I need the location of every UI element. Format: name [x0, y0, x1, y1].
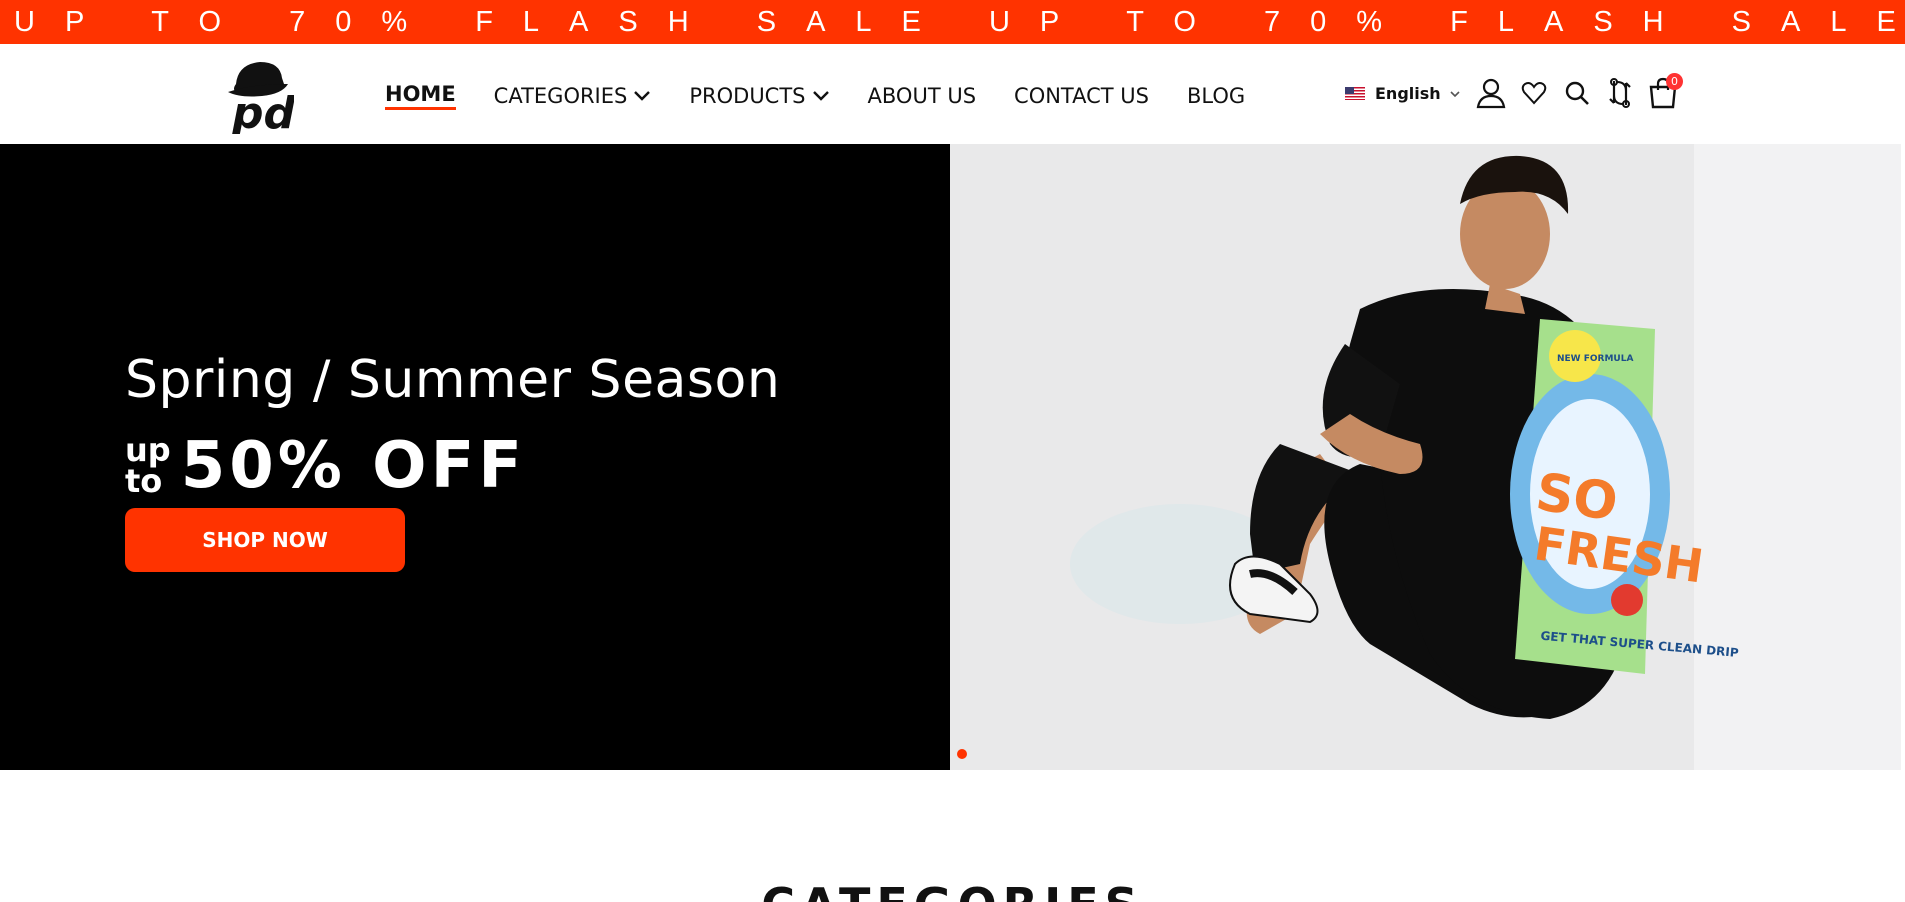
nav-products-label: PRODUCTS	[689, 84, 806, 108]
nav-products[interactable]: PRODUCTS	[689, 84, 829, 108]
categories-section-title: CATEGORIES	[0, 878, 1905, 902]
cart-count-badge: 0	[1666, 73, 1683, 90]
account-button[interactable]	[1474, 76, 1508, 110]
cart-button[interactable]: 0	[1646, 73, 1683, 110]
offer-percentage: 50% OFF	[180, 429, 526, 503]
chevron-down-icon	[812, 91, 829, 101]
site-header: pd HOME CATEGORIES PRODUCTS ABOUT US CON…	[0, 44, 1905, 144]
nav-categories-label: CATEGORIES	[493, 84, 628, 108]
language-selector[interactable]: English	[1345, 84, 1460, 103]
search-button[interactable]	[1560, 76, 1594, 110]
nav-blog[interactable]: BLOG	[1187, 84, 1245, 108]
hero-offer: up to 50% OFF	[125, 429, 526, 503]
hero-slider: Spring / Summer Season up to 50% OFF SHO…	[0, 144, 1905, 770]
model-tshirt-image: SO FRESH GET THAT SUPER CLEAN DRIP NEW F…	[950, 144, 1901, 770]
logo-hat-icon: pd	[228, 62, 295, 139]
nav-about-us[interactable]: ABOUT US	[868, 84, 977, 108]
flash-sale-marquee: UP TO 70% FLASH SALE UP TO 70% FLASH SAL…	[0, 0, 1905, 44]
language-label: English	[1375, 84, 1441, 103]
shop-now-button[interactable]: SHOP NOW	[125, 508, 405, 572]
site-logo[interactable]: pd	[222, 54, 295, 139]
heart-icon	[1521, 82, 1547, 105]
slider-dot-active[interactable]	[957, 749, 967, 759]
header-icons: 0	[1474, 73, 1689, 110]
wishlist-button[interactable]	[1517, 76, 1551, 110]
main-nav: HOME CATEGORIES PRODUCTS ABOUT US CONTAC…	[385, 82, 1283, 110]
hero-title: Spring / Summer Season	[125, 350, 781, 410]
chevron-down-icon	[1450, 90, 1460, 97]
hero-text-panel: Spring / Summer Season up to 50% OFF SHO…	[0, 144, 950, 770]
us-flag-icon	[1345, 87, 1365, 100]
nav-contact-us-label: CONTACT US	[1014, 84, 1149, 108]
offer-upto: up to	[125, 434, 171, 500]
compare-button[interactable]	[1603, 76, 1637, 110]
svg-text:NEW FORMULA: NEW FORMULA	[1557, 354, 1633, 364]
marquee-text: UP TO 70% FLASH SALE UP TO 70% FLASH SAL…	[14, 6, 1905, 38]
nav-about-us-label: ABOUT US	[867, 84, 977, 108]
svg-text:pd: pd	[231, 88, 294, 134]
hero-image: SO FRESH GET THAT SUPER CLEAN DRIP NEW F…	[950, 144, 1901, 770]
nav-home[interactable]: HOME	[385, 82, 456, 110]
nav-categories[interactable]: CATEGORIES	[494, 84, 652, 108]
offer-upto-bottom: to	[125, 462, 163, 500]
chevron-down-icon	[634, 91, 651, 101]
nav-contact-us[interactable]: CONTACT US	[1014, 84, 1149, 108]
nav-blog-label: BLOG	[1187, 84, 1246, 108]
compare-icon	[1609, 78, 1631, 108]
search-icon	[1565, 81, 1589, 105]
nav-home-label: HOME	[385, 82, 456, 106]
user-icon	[1476, 78, 1506, 109]
